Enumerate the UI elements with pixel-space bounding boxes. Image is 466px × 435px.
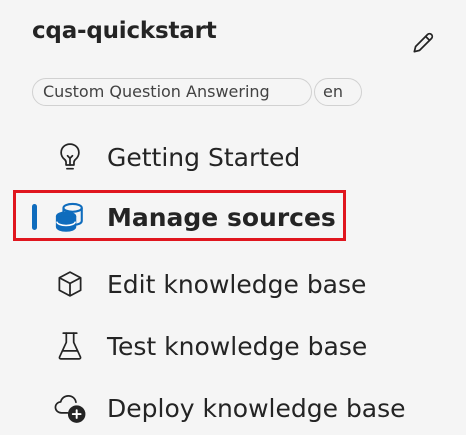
nav-item-getting-started[interactable]: Getting Started (20, 130, 440, 184)
pencil-icon (413, 32, 434, 53)
cloud-add-icon (52, 390, 88, 426)
service-tag: Custom Question Answering (32, 78, 312, 106)
language-tag: en (314, 78, 362, 106)
project-title: cqa-quickstart (32, 18, 217, 44)
highlight-annotation-box (13, 190, 346, 241)
nav-item-label: Getting Started (107, 142, 301, 172)
lightbulb-icon (52, 139, 88, 175)
nav-item-label: Deploy knowledge base (107, 393, 406, 423)
beaker-icon (52, 328, 88, 364)
nav-item-deploy-knowledge-base[interactable]: Deploy knowledge base (20, 381, 440, 435)
nav-item-edit-knowledge-base[interactable]: Edit knowledge base (20, 257, 440, 311)
nav-item-test-knowledge-base[interactable]: Test knowledge base (20, 319, 440, 373)
edit-project-button[interactable] (408, 28, 438, 58)
project-sidebar: cqa-quickstart Custom Question Answering… (0, 0, 466, 430)
nav-item-label: Edit knowledge base (107, 269, 367, 299)
nav-item-label: Test knowledge base (107, 331, 368, 361)
cube-icon (52, 266, 88, 302)
